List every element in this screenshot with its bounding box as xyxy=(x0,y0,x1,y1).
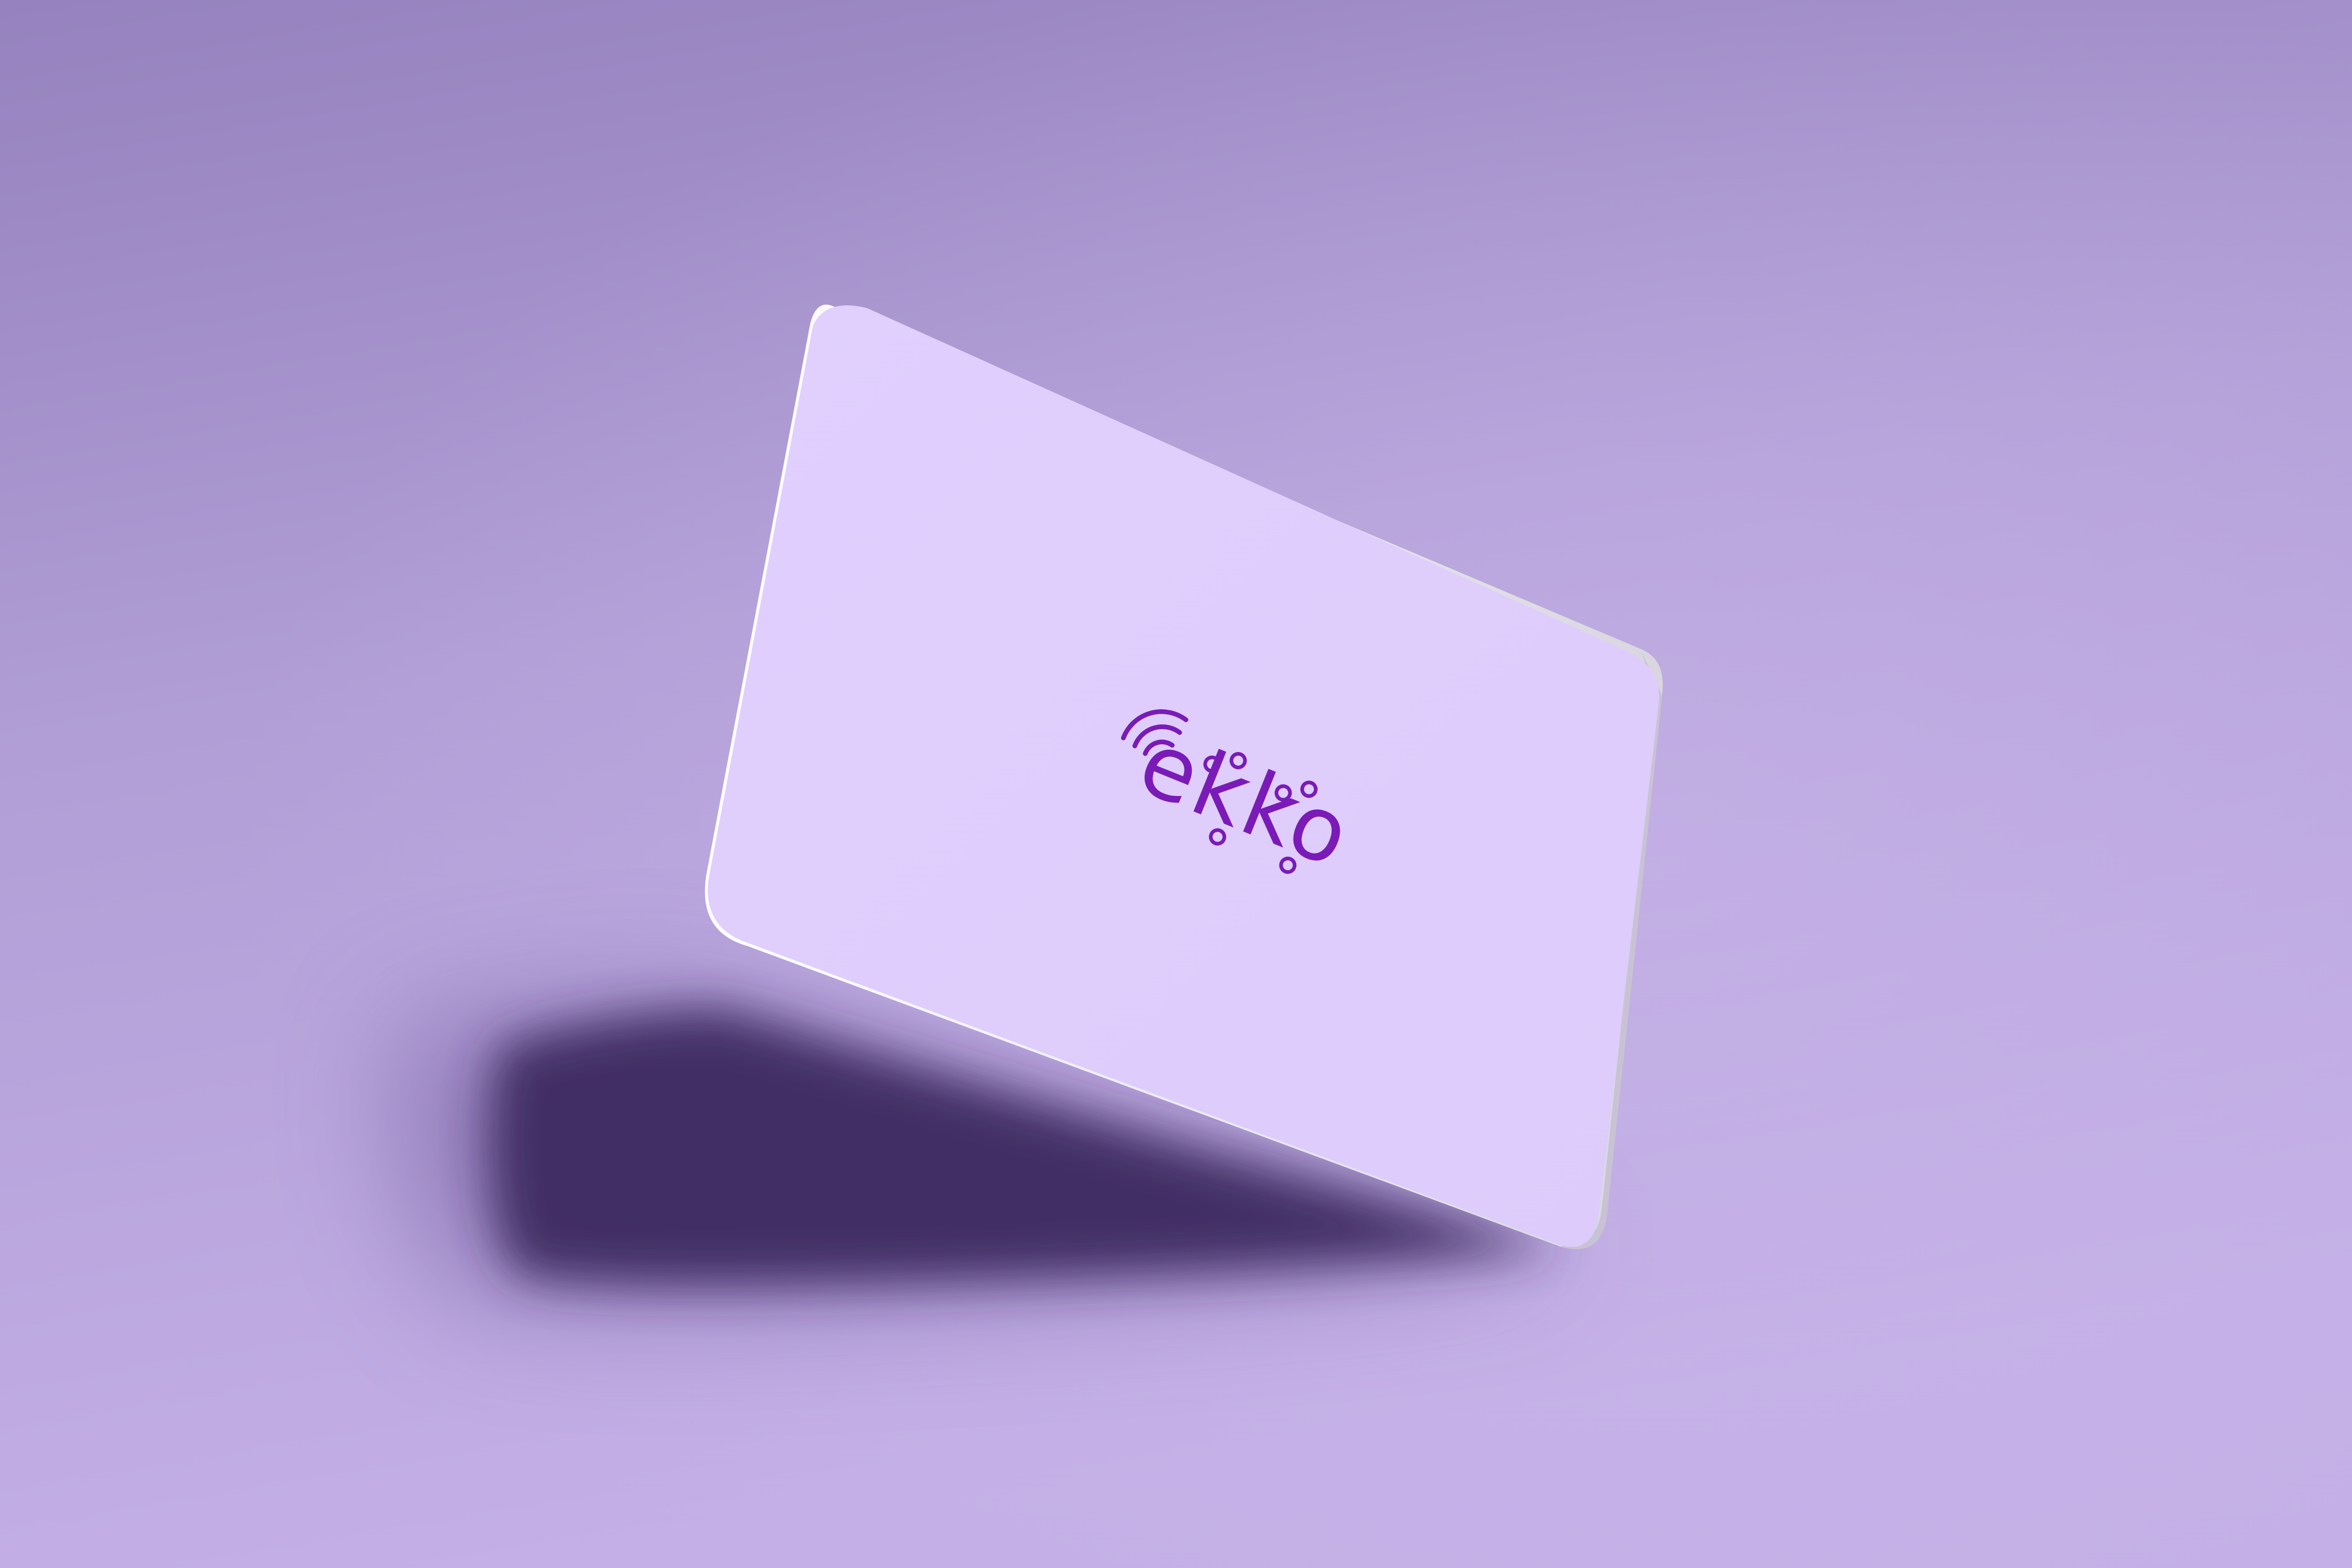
product-scene: ekko xyxy=(0,0,2352,1568)
